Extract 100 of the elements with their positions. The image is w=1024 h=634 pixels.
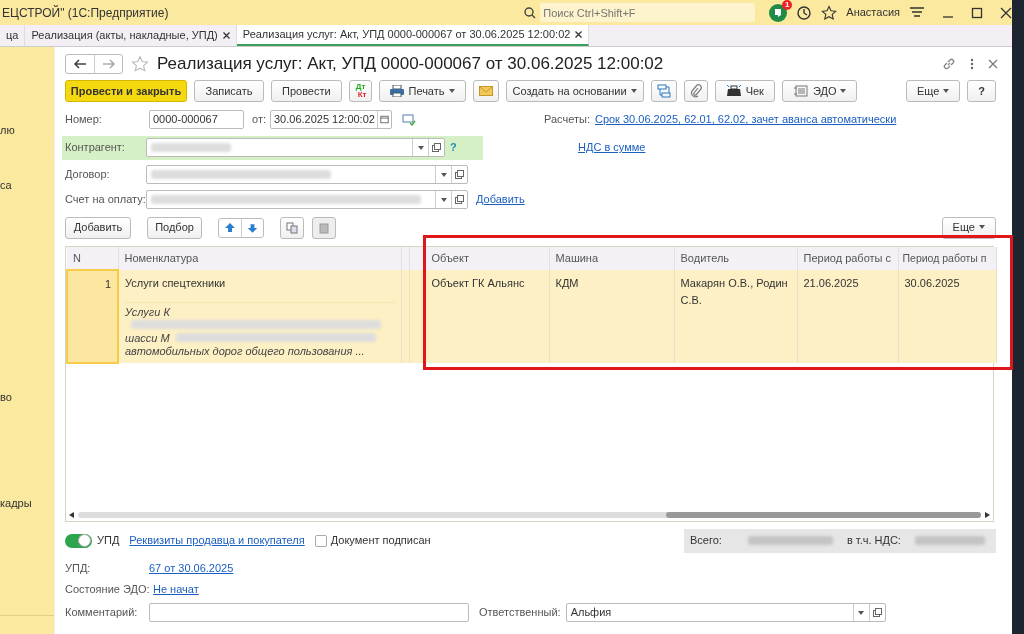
sidebar-item[interactable]: во xyxy=(0,389,54,406)
more-button[interactable]: Еще xyxy=(905,80,961,102)
attachment-button[interactable] xyxy=(683,80,708,102)
history-icon[interactable] xyxy=(796,4,813,21)
star-icon[interactable] xyxy=(821,4,838,21)
print-button[interactable]: Печать xyxy=(379,80,466,102)
item-description: Услуги К шасси М автомобильных дорог общего пользования ... xyxy=(125,301,395,359)
calendar-icon[interactable] xyxy=(377,111,391,128)
column-header[interactable]: Объект xyxy=(425,247,549,270)
scroll-left-icon[interactable] xyxy=(69,512,74,518)
settlements-link[interactable]: Срок 30.06.2025, 62.01, 62.02, зачет аванса автоматически xyxy=(594,111,897,128)
table-cell: 30.06.2025 xyxy=(898,270,996,364)
back-forward-buttons[interactable] xyxy=(65,54,123,74)
back-arrow-icon[interactable] xyxy=(73,59,87,69)
field-label: УПД: xyxy=(65,561,92,577)
table-cell: КДМ xyxy=(549,270,674,364)
field-label: Контрагент: xyxy=(65,140,126,156)
add-button[interactable]: Добавить xyxy=(65,216,131,239)
favorite-star-icon[interactable] xyxy=(131,55,149,73)
field-label: от: xyxy=(252,112,266,128)
table-cell-text: Услуги спецтехники xyxy=(125,276,227,291)
edo-status-link[interactable]: Не начат xyxy=(153,581,199,598)
envelope-button[interactable] xyxy=(472,80,499,102)
caret-icon xyxy=(440,197,447,202)
caret-icon xyxy=(630,88,637,93)
caret-icon xyxy=(979,225,985,230)
more-button[interactable]: Еще xyxy=(941,216,996,239)
field-label: Расчеты: xyxy=(544,112,590,128)
document-check-icon[interactable] xyxy=(402,113,416,126)
responsible-field[interactable]: Альфия xyxy=(565,603,886,622)
caret-icon xyxy=(417,145,424,150)
create-based-on-button[interactable]: Создать на основании xyxy=(505,80,644,102)
close-icon[interactable] xyxy=(575,31,583,38)
open-icon[interactable] xyxy=(455,170,464,179)
document-list-icon xyxy=(792,85,809,97)
forward-arrow-icon[interactable] xyxy=(101,59,116,69)
receipt-button[interactable]: Чек xyxy=(714,80,775,102)
contract-field[interactable] xyxy=(146,165,468,184)
close-icon[interactable] xyxy=(1000,6,1012,19)
column-header[interactable]: Период работы п xyxy=(898,247,996,270)
structure-button[interactable] xyxy=(650,80,677,102)
field-label: Договор: xyxy=(65,167,111,183)
debit-credit-button[interactable]: Дт Кт xyxy=(348,80,373,102)
table-cell: 1 xyxy=(67,270,118,364)
user-name[interactable]: Анастасия xyxy=(846,4,900,21)
invoice-field[interactable] xyxy=(146,190,468,209)
vat-total-label: в т.ч. НДС: xyxy=(846,533,901,549)
upd-link[interactable]: 67 от 30.06.2025 xyxy=(149,560,234,577)
caret-icon xyxy=(440,172,447,177)
paste-icon xyxy=(318,221,330,234)
upd-toggle[interactable] xyxy=(65,533,92,548)
column-header[interactable]: N xyxy=(67,247,118,270)
toolbar-button[interactable]: Провести xyxy=(271,80,342,102)
copy-icon xyxy=(286,221,298,234)
help-button[interactable]: ? xyxy=(967,80,996,102)
requisites-link[interactable]: Реквизиты продавца и покупателя xyxy=(129,532,305,549)
envelope-icon xyxy=(478,86,493,96)
toolbar-button[interactable]: Записать xyxy=(194,80,264,102)
number-field[interactable]: 0000-000067 xyxy=(149,110,244,129)
caret-icon xyxy=(858,610,865,615)
sidebar-item[interactable]: лю xyxy=(0,122,54,139)
post-and-close-button[interactable]: Провести и закрыть xyxy=(65,80,187,102)
column-header[interactable]: Номенклатура xyxy=(118,247,401,270)
caret-icon xyxy=(840,88,847,93)
notification-badge: 1 xyxy=(782,0,793,10)
open-icon[interactable] xyxy=(872,608,882,617)
add-link[interactable]: Добавить xyxy=(476,191,525,208)
caret-icon xyxy=(943,88,950,93)
caret-icon xyxy=(448,88,455,93)
comment-field[interactable] xyxy=(149,603,469,622)
paperclip-icon xyxy=(689,84,702,98)
link-icon[interactable] xyxy=(942,57,956,71)
table-cell: 21.06.2025 xyxy=(797,270,898,364)
paste-button[interactable] xyxy=(312,216,336,239)
field-label: Комментарий: xyxy=(65,605,139,621)
signed-checkbox[interactable] xyxy=(314,534,327,547)
counterparty-field[interactable] xyxy=(146,138,445,157)
edo-button[interactable]: ЭДО xyxy=(781,80,858,102)
open-icon[interactable] xyxy=(455,195,464,204)
table-cell: Макарян О.В., Родин С.В. xyxy=(674,270,797,364)
search-field[interactable]: Поиск Ctrl+Shift+F xyxy=(540,3,756,22)
more-vertical-icon[interactable] xyxy=(970,58,974,70)
maximize-icon[interactable] xyxy=(971,6,983,19)
column-header[interactable]: Период работы с xyxy=(797,247,898,270)
sidebar-item[interactable]: кадры xyxy=(0,494,54,511)
column-header[interactable]: Водитель xyxy=(674,247,797,270)
tab[interactable]: Реализация услуг: Акт, УПД 0000-000067 от 30.06.2025 12:00:02 xyxy=(236,25,590,46)
menu-icon[interactable] xyxy=(909,5,925,20)
cash-register-icon xyxy=(725,85,742,97)
date-field[interactable]: 30.06.2025 12:00:02 xyxy=(270,110,392,129)
field-label: Ответственный: xyxy=(479,605,561,621)
scroll-right-icon[interactable] xyxy=(985,512,990,518)
copy-button[interactable] xyxy=(280,216,304,239)
column-header[interactable]: Машина xyxy=(549,247,674,270)
open-icon[interactable] xyxy=(432,143,441,152)
selection-button[interactable]: Подбор xyxy=(147,216,202,239)
field-label: Счет на оплату: xyxy=(65,192,146,208)
vat-link[interactable]: НДС в сумме xyxy=(578,139,646,156)
close-icon[interactable] xyxy=(222,32,230,39)
sidebar-item[interactable]: са xyxy=(0,176,54,193)
